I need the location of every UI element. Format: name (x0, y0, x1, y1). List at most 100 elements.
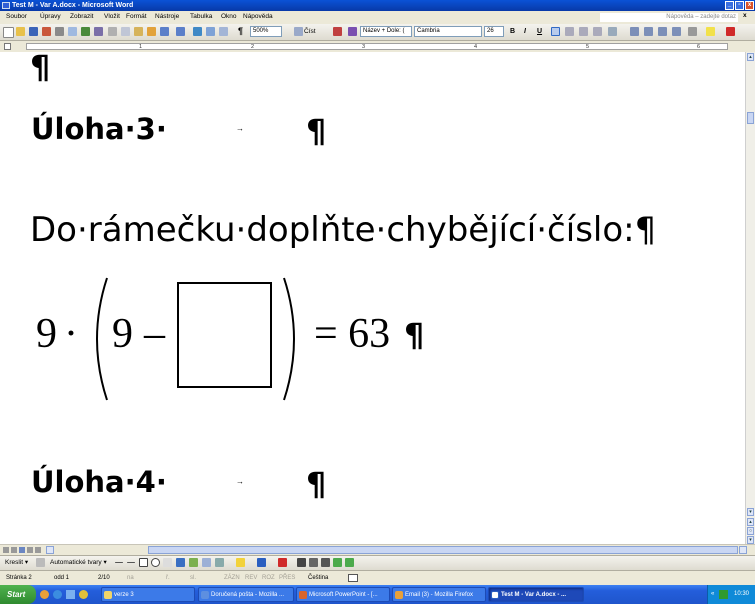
menu-format[interactable]: Formát (126, 13, 147, 20)
start-button[interactable]: Start (0, 585, 36, 604)
rectangle-icon[interactable] (139, 558, 148, 567)
print-layout-icon[interactable] (19, 547, 25, 553)
ie-quicklaunch-icon[interactable] (53, 590, 62, 599)
highlight-icon[interactable] (706, 27, 715, 36)
align-left-icon[interactable] (551, 27, 560, 36)
save-icon[interactable] (29, 27, 38, 36)
redo-icon[interactable] (176, 27, 185, 36)
word-app-icon[interactable] (2, 2, 10, 9)
firefox-quicklaunch-icon[interactable] (40, 590, 49, 599)
web-view-icon[interactable] (11, 547, 17, 553)
font-select[interactable]: Cambria (414, 26, 482, 37)
decrease-indent-icon[interactable] (658, 27, 667, 36)
font-size-select[interactable]: 26 (484, 26, 504, 37)
dash-style-icon[interactable] (309, 558, 318, 567)
format-painter-icon[interactable] (147, 27, 156, 36)
menu-zobrazit[interactable]: Zobrazit (70, 13, 93, 20)
normal-view-icon[interactable] (3, 547, 9, 553)
menu-upravy[interactable]: Úpravy (40, 13, 61, 20)
outline-view-icon[interactable] (27, 547, 33, 553)
browse-object-icon[interactable]: ○ (747, 527, 754, 535)
insert-table-icon[interactable] (219, 27, 228, 36)
line-style-icon[interactable] (297, 558, 306, 567)
close-window-button[interactable]: x (745, 1, 754, 10)
research-icon[interactable] (94, 27, 103, 36)
shadow-icon[interactable] (333, 558, 342, 567)
font-color-icon[interactable] (726, 27, 735, 36)
wordart-icon[interactable] (176, 558, 185, 567)
justify-icon[interactable] (593, 27, 602, 36)
outside-border-icon[interactable] (688, 27, 697, 36)
taskbar-item-word[interactable]: Test M - Var A.docx - ... (488, 587, 584, 602)
vertical-scrollbar[interactable]: ▴ ▾ ▴ ○ ▾ (745, 52, 755, 544)
spelling-status-icon[interactable] (348, 574, 358, 582)
print-preview-icon[interactable] (68, 27, 77, 36)
increase-indent-icon[interactable] (672, 27, 681, 36)
status-track-changes[interactable]: REV (245, 571, 257, 585)
arrow-style-icon[interactable] (321, 558, 330, 567)
line-icon[interactable] (115, 562, 123, 563)
taskbar-item-thunderbird[interactable]: Doručená pošta - Mozilla ... (198, 587, 294, 602)
cut-icon[interactable] (108, 27, 117, 36)
copy-icon[interactable] (121, 27, 130, 36)
status-extend[interactable]: ROZ (262, 571, 275, 585)
undo-icon[interactable] (160, 27, 169, 36)
tab-selector[interactable] (4, 43, 11, 50)
status-record[interactable]: ZÁZN (224, 571, 240, 585)
clock[interactable]: 10:30 (734, 585, 749, 604)
print-icon[interactable] (55, 27, 64, 36)
close-document-button[interactable]: x (743, 12, 747, 19)
numbering-icon[interactable] (630, 27, 639, 36)
taskbar-item-powerpoint[interactable]: Microsoft PowerPoint - [... (296, 587, 390, 602)
taskbar-item-folder[interactable]: verze 3 (101, 587, 195, 602)
scroll-down-icon[interactable]: ▾ (747, 508, 754, 516)
document-area[interactable]: ¶ Úloha·3· → ¶ Do·rámečku·doplňte·chyběj… (0, 52, 745, 544)
scroll-right-icon[interactable] (739, 546, 747, 554)
previous-page-icon[interactable]: ▴ (747, 518, 754, 526)
underline-button[interactable]: U (537, 27, 542, 37)
menu-tabulka[interactable]: Tabulka (190, 13, 212, 20)
menu-vlozit[interactable]: Vložit (104, 13, 120, 20)
draw-menu-button[interactable]: Kreslit ▾ (5, 557, 28, 568)
menu-napoveda[interactable]: Nápověda (243, 13, 273, 20)
title-bar[interactable]: Test M - Var A.docx - Microsoft Word _ ▫… (0, 0, 755, 11)
taskbar-item-firefox[interactable]: Email (3) - Mozilla Firefox (392, 587, 486, 602)
paste-icon[interactable] (134, 27, 143, 36)
3d-icon[interactable] (345, 558, 354, 567)
align-right-icon[interactable] (579, 27, 588, 36)
text-box-icon[interactable] (163, 558, 172, 567)
permission-icon[interactable] (42, 27, 51, 36)
arrow-icon[interactable] (127, 562, 135, 563)
line-spacing-icon[interactable] (608, 27, 617, 36)
style-a-icon[interactable] (348, 27, 357, 36)
next-page-icon[interactable]: ▾ (747, 536, 754, 544)
help-search-input[interactable]: Nápověda – zadejte dotaz (600, 13, 738, 22)
select-objects-icon[interactable] (36, 558, 45, 567)
status-overtype[interactable]: PŘES (279, 571, 295, 585)
picture-icon[interactable] (215, 558, 224, 567)
scroll-thumb[interactable] (747, 112, 754, 124)
network-tray-icon[interactable] (719, 590, 728, 599)
zoom-select[interactable]: 500% (250, 26, 282, 37)
hyperlink-icon[interactable] (193, 27, 202, 36)
line-color-icon[interactable] (257, 558, 266, 567)
menu-nastroje[interactable]: Nástroje (155, 13, 179, 20)
autoshapes-button[interactable]: Automatické tvary ▾ (50, 557, 107, 568)
maximize-button[interactable]: ▫ (735, 1, 744, 10)
bullets-icon[interactable] (644, 27, 653, 36)
diagram-icon[interactable] (189, 558, 198, 567)
scroll-left-icon[interactable] (46, 546, 54, 554)
tables-borders-icon[interactable] (206, 27, 215, 36)
align-center-icon[interactable] (565, 27, 574, 36)
status-language[interactable]: Čeština (308, 571, 328, 585)
read-icon[interactable] (294, 27, 303, 36)
desktop-quicklaunch-icon[interactable] (66, 590, 75, 599)
horizontal-scroll-thumb[interactable] (148, 546, 738, 554)
open-folder-icon[interactable] (16, 27, 25, 36)
menu-okno[interactable]: Okno (221, 13, 237, 20)
horizontal-scrollbar[interactable] (0, 544, 755, 555)
reading-view-icon[interactable] (35, 547, 41, 553)
clip-art-icon[interactable] (202, 558, 211, 567)
menu-soubor[interactable]: Soubor (6, 13, 27, 20)
spelling-icon[interactable] (81, 27, 90, 36)
